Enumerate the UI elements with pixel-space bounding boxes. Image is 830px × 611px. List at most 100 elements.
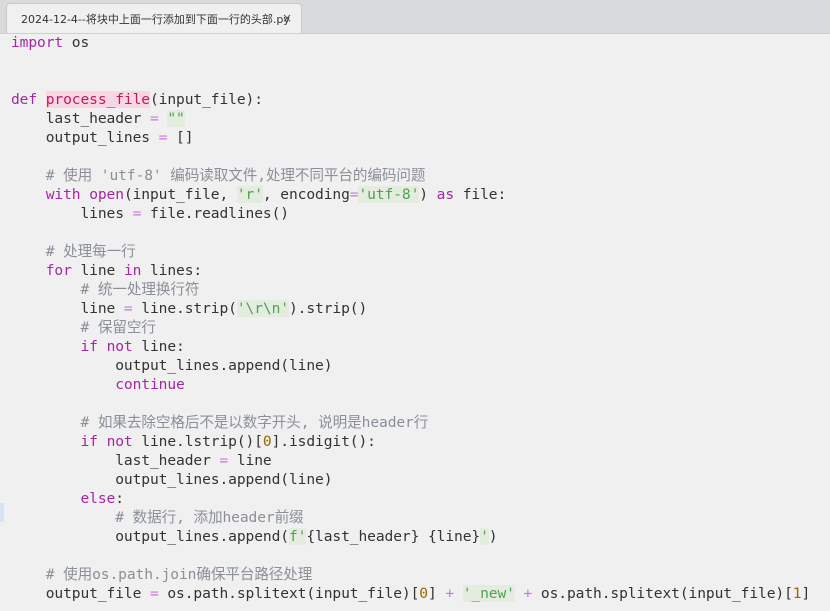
code-token: output_file bbox=[11, 585, 150, 602]
code-token: # 如果去除空格后不是以数字开头, 说明是header行 bbox=[11, 414, 429, 431]
tab-title[interactable]: 2024-12-4--将块中上面一行添加到下面一行的头部.py bbox=[21, 11, 290, 27]
code-token: = bbox=[149, 110, 159, 127]
code-token: output_lines.append(line) bbox=[11, 471, 333, 488]
code-token: if bbox=[80, 433, 98, 450]
code-token: process_file bbox=[45, 91, 150, 108]
code-line[interactable]: if not line: bbox=[11, 337, 810, 356]
code-token: line bbox=[228, 452, 272, 469]
code-token: # 使用 'utf-8' 编码读取文件,处理不同平台的编码问题 bbox=[11, 167, 426, 184]
code-token: ].isdigit(): bbox=[271, 433, 376, 450]
code-line[interactable]: line = line.strip('\r\n').strip() bbox=[11, 299, 810, 318]
code-token: # 统一处理换行符 bbox=[11, 281, 200, 298]
code-token: line: bbox=[132, 338, 185, 355]
code-line[interactable]: # 使用 'utf-8' 编码读取文件,处理不同平台的编码问题 bbox=[11, 166, 810, 185]
file-tab[interactable]: 2024-12-4--将块中上面一行添加到下面一行的头部.py × bbox=[6, 3, 302, 33]
code-token: os.path.splitext(input_file)[ bbox=[532, 585, 793, 602]
code-line[interactable] bbox=[11, 52, 810, 71]
code-line[interactable]: lines = file.readlines() bbox=[11, 204, 810, 223]
code-line[interactable]: import os bbox=[11, 33, 810, 52]
code-token: 0 bbox=[419, 585, 428, 602]
code-token: os bbox=[63, 34, 90, 51]
code-line[interactable]: # 数据行, 添加header前缀 bbox=[11, 508, 810, 527]
code-line[interactable]: output_lines.append(f'{last_header} {lin… bbox=[11, 527, 810, 546]
code-token: line bbox=[11, 300, 124, 317]
code-token: def bbox=[11, 91, 38, 108]
code-token: not bbox=[106, 433, 133, 450]
code-token: , encoding bbox=[262, 186, 350, 203]
code-line[interactable]: if not line.lstrip()[0].isdigit(): bbox=[11, 432, 810, 451]
code-line[interactable]: output_file = os.path.splitext(input_fil… bbox=[11, 584, 810, 603]
code-token: = bbox=[123, 300, 133, 317]
code-line[interactable]: # 使用os.path.join确保平台路径处理 bbox=[11, 565, 810, 584]
code-token: : bbox=[115, 490, 124, 507]
code-token: output_lines.append( bbox=[11, 528, 289, 545]
code-token: + bbox=[445, 585, 455, 602]
code-token: continue bbox=[115, 376, 185, 393]
code-line[interactable]: # 如果去除空格后不是以数字开头, 说明是header行 bbox=[11, 413, 810, 432]
code-token: line bbox=[71, 262, 124, 279]
code-line[interactable]: # 保留空行 bbox=[11, 318, 810, 337]
code-token: '_new' bbox=[462, 585, 515, 602]
code-line[interactable]: with open(input_file, 'r', encoding='utf… bbox=[11, 185, 810, 204]
code-token: = bbox=[219, 452, 229, 469]
code-line[interactable] bbox=[11, 546, 810, 565]
code-token: file.readlines() bbox=[141, 205, 289, 222]
code-token: # 使用os.path.join确保平台路径处理 bbox=[11, 566, 313, 583]
code-token: line.strip( bbox=[132, 300, 237, 317]
code-editor[interactable]: import os def process_file(input_file): … bbox=[0, 33, 830, 611]
code-line[interactable] bbox=[11, 223, 810, 242]
code-token: else bbox=[80, 490, 116, 507]
code-token: with bbox=[45, 186, 81, 203]
code-line[interactable]: else: bbox=[11, 489, 810, 508]
code-line[interactable] bbox=[11, 71, 810, 90]
current-line-marker bbox=[0, 503, 4, 522]
code-line[interactable]: last_header = line bbox=[11, 451, 810, 470]
code-line[interactable] bbox=[11, 147, 810, 166]
code-line[interactable]: # 统一处理换行符 bbox=[11, 280, 810, 299]
code-token: (input_file, bbox=[123, 186, 237, 203]
code-line[interactable]: output_lines.append(line) bbox=[11, 470, 810, 489]
code-line[interactable]: output_lines = [] bbox=[11, 128, 810, 147]
code-token: = bbox=[149, 585, 159, 602]
code-token: # 数据行, 添加header前缀 bbox=[11, 509, 304, 526]
code-token: (input_file): bbox=[149, 91, 263, 108]
code-token: ] bbox=[801, 585, 811, 602]
code-token: last_header bbox=[11, 110, 150, 127]
code-token: {last_header} {line} bbox=[306, 528, 481, 545]
code-token: open bbox=[89, 186, 124, 203]
code-line[interactable]: continue bbox=[11, 375, 810, 394]
code-token: output_lines bbox=[11, 129, 159, 146]
code-token: # 保留空行 bbox=[11, 319, 156, 336]
code-line[interactable]: for line in lines: bbox=[11, 261, 810, 280]
code-token: + bbox=[523, 585, 533, 602]
code-token: = bbox=[132, 205, 142, 222]
code-line[interactable] bbox=[11, 394, 810, 413]
code-token: not bbox=[106, 338, 133, 355]
code-token: ' bbox=[480, 528, 489, 545]
code-line[interactable]: output_lines.append(line) bbox=[11, 356, 810, 375]
code-token: 'utf-8' bbox=[358, 186, 420, 203]
code-token: f' bbox=[288, 528, 307, 545]
code-area[interactable]: import os def process_file(input_file): … bbox=[11, 33, 810, 603]
code-line[interactable]: last_header = "" bbox=[11, 109, 810, 128]
code-token: ).strip() bbox=[288, 300, 368, 317]
code-token: last_header bbox=[11, 452, 220, 469]
close-icon[interactable]: × bbox=[278, 9, 296, 27]
code-token: ) bbox=[419, 186, 437, 203]
code-token: ) bbox=[488, 528, 498, 545]
code-line[interactable]: # 处理每一行 bbox=[11, 242, 810, 261]
code-token: 'r' bbox=[236, 186, 263, 203]
code-token: for bbox=[45, 262, 72, 279]
code-line[interactable]: def process_file(input_file): bbox=[11, 90, 810, 109]
code-token: # 处理每一行 bbox=[11, 243, 136, 260]
